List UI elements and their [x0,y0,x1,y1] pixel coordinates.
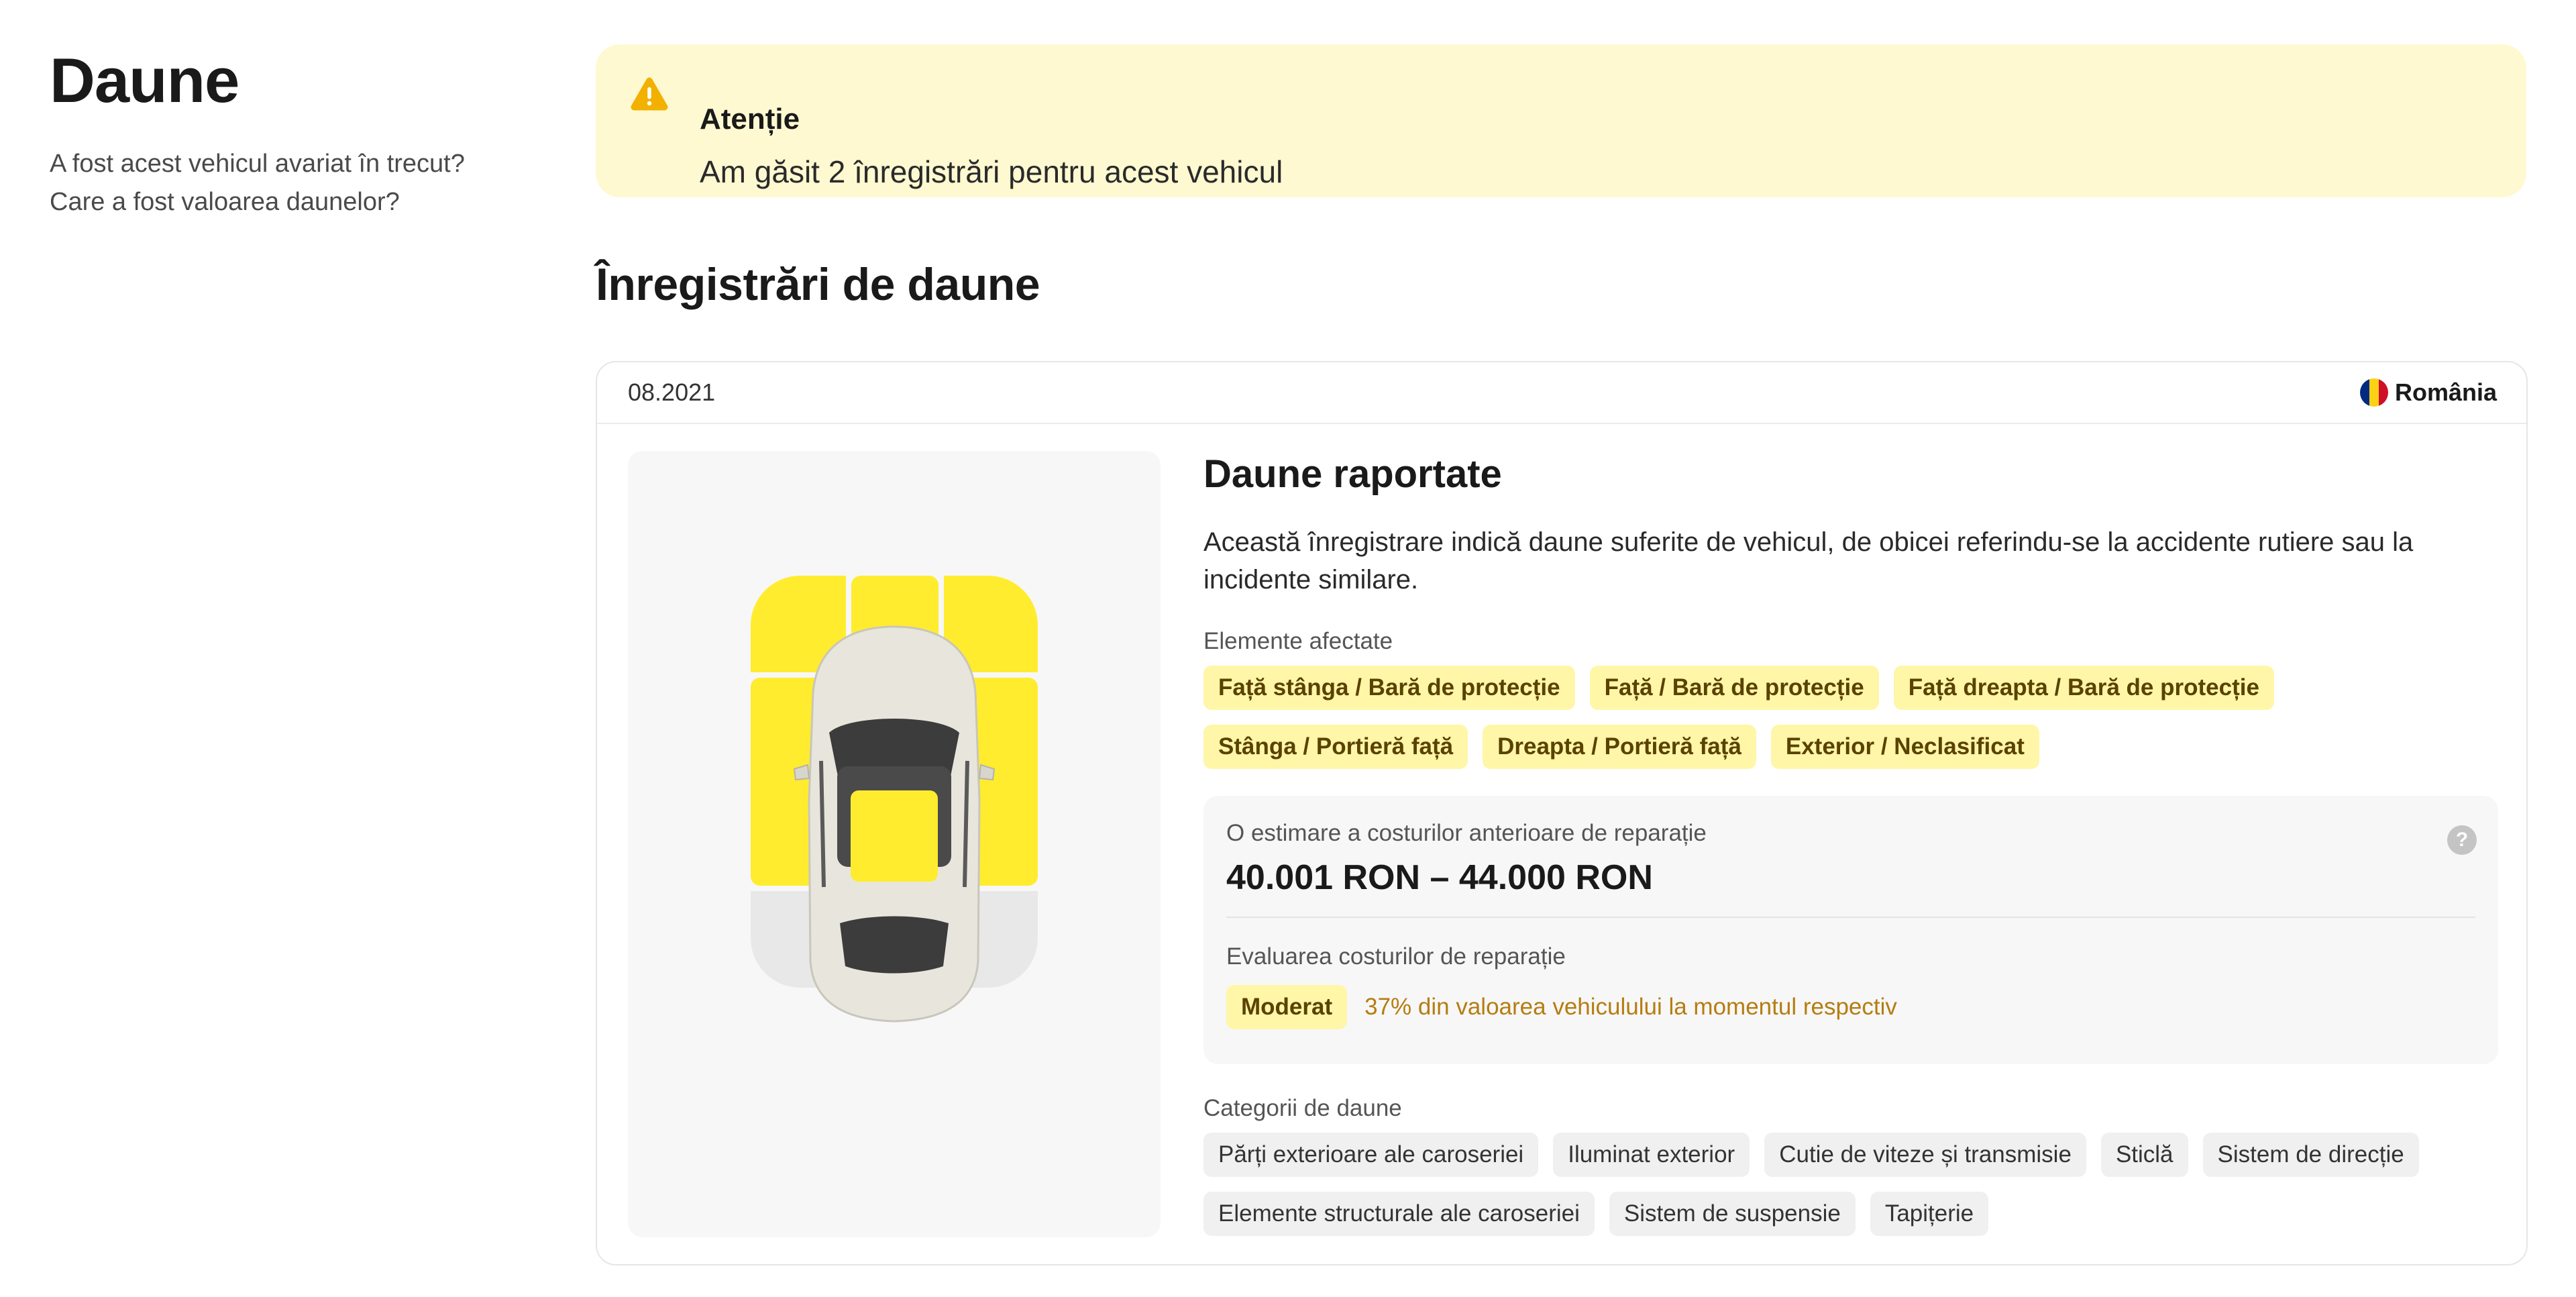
affected-element-chip: Exterior / Neclasificat [1770,725,2039,769]
page-subtitle: A fost acest vehicul avariat în trecut? … [50,145,533,221]
category-chip: Elemente structurale ale caroseriei [1203,1192,1595,1236]
romania-flag-icon [2359,378,2388,407]
affected-elements-list: Față stânga / Bară de protecție Față / B… [1203,666,2498,769]
category-chip: Sistem de suspensie [1609,1192,1856,1236]
category-chip: Părți exterioare ale caroseriei [1203,1133,1539,1177]
record-country: România [2359,378,2497,407]
alert-message: Am găsit 2 înregistrări pentru acest veh… [700,154,1283,189]
warning-triangle-icon [631,77,668,111]
category-chip: Iluminat exterior [1553,1133,1750,1177]
rating-row: Moderat 37% din valoarea vehiculului la … [1226,985,2475,1029]
repair-estimate-box: ? O estimare a costurilor anterioare de … [1203,796,2498,1064]
car-damage-diagram [628,451,1161,1237]
country-label: România [2394,378,2497,406]
record-description: Această înregistrare indică daune suferi… [1203,527,2414,594]
record-header: 08.2021 România [597,362,2526,424]
damage-record-card: 08.2021 România Daune raportate Această … [596,361,2528,1265]
record-details: Daune raportate Această înregistrare ind… [1203,451,2498,1236]
damage-categories-label: Categorii de daune [1203,1095,1402,1121]
affected-elements-label: Elemente afectate [1203,628,1393,654]
rating-badge: Moderat [1226,985,1348,1029]
affected-element-chip: Stânga / Portieră față [1203,725,1468,769]
page-title: Daune [50,45,239,115]
section-intro: Daune A fost acest vehicul avariat în tr… [50,40,533,221]
category-chip: Sticlă [2100,1133,2188,1177]
help-icon[interactable]: ? [2447,825,2477,855]
category-chip: Sistem de direcție [2202,1133,2419,1177]
rating-description: 37% din valoarea vehiculului la momentul… [1364,994,1897,1020]
damage-page: Daune A fost acest vehicul avariat în tr… [0,0,2576,1297]
affected-element-chip: Față / Bară de protecție [1589,666,1879,710]
subtitle-line-2: Care a fost valoarea daunelor? [50,188,400,216]
subtitle-line-1: A fost acest vehicul avariat în trecut? [50,150,465,178]
divider [1226,917,2475,918]
damage-categories-list: Părți exterioare ale caroseriei Iluminat… [1203,1133,2498,1236]
record-title: Daune raportate [1203,452,1502,496]
category-chip: Tapițerie [1870,1192,1989,1236]
evaluation-label: Evaluarea costurilor de reparație [1226,943,1566,970]
records-section-title: Înregistrări de daune [596,259,1040,310]
category-chip: Cutie de viteze și transmisie [1764,1133,2086,1177]
affected-element-chip: Față dreapta / Bară de protecție [1893,666,2274,710]
alert-title: Atenție [700,103,800,136]
affected-element-chip: Față stânga / Bară de protecție [1203,666,1575,710]
car-top-view-icon [793,625,996,1023]
car-diagram-svg [751,576,1038,1023]
affected-element-chip: Dreapta / Portieră față [1483,725,1756,769]
estimate-label: O estimare a costurilor anterioare de re… [1226,820,1707,846]
attention-alert: Atenție Am găsit 2 înregistrări pentru a… [596,44,2526,197]
estimate-value: 40.001 RON – 44.000 RON [1226,858,1653,897]
record-date: 08.2021 [628,378,716,406]
